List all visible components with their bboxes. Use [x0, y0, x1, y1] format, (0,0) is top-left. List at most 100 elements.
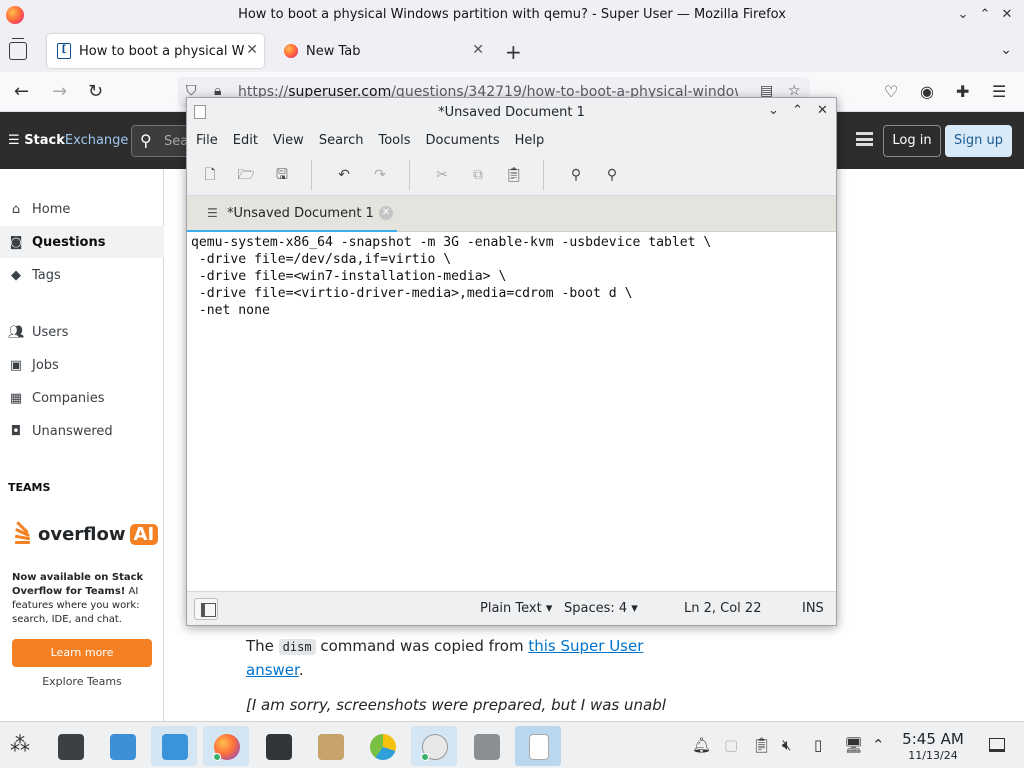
close-window-button[interactable]: ✕: [996, 4, 1018, 26]
menu-tools[interactable]: Tools: [378, 133, 410, 148]
explore-teams-link[interactable]: Explore Teams: [12, 675, 152, 688]
forward-button[interactable]: →: [52, 81, 67, 102]
text-line: qemu-system-x86_64 -snapshot -m 3G -enab…: [191, 235, 712, 250]
building-icon: ▦: [9, 390, 23, 406]
clipboard-icon[interactable]: 📋︎: [752, 736, 771, 754]
document-tabs: ☰ *Unsaved Document 1 ✕: [187, 196, 836, 232]
terminal-launcher[interactable]: [255, 726, 301, 766]
extensions-icon[interactable]: ✚: [956, 82, 969, 101]
tab-unsaved-document-1[interactable]: ☰ *Unsaved Document 1 ✕: [187, 196, 397, 232]
firefox-titlebar: How to boot a physical Windows partition…: [0, 0, 1024, 30]
tab-new-tab[interactable]: New Tab ✕: [272, 34, 490, 68]
disks-launcher[interactable]: [463, 726, 509, 766]
menu-edit[interactable]: Edit: [233, 133, 258, 148]
system-settings-launcher[interactable]: [47, 726, 93, 766]
menu-view[interactable]: View: [273, 133, 304, 148]
hard-disk-icon: [474, 734, 500, 760]
stackexchange-favicon-icon: [: [57, 43, 71, 59]
text-editor-window: *Unsaved Document 1 ⌄ ⌃ ✕ File Edit View…: [186, 97, 837, 626]
sidebar-item-companies[interactable]: ▦ Companies: [0, 382, 164, 414]
firefox-view-icon[interactable]: [9, 38, 27, 60]
language-selector[interactable]: Plain Text ▾: [480, 601, 552, 616]
text-line: -drive file=<virtio-driver-media>,media=…: [191, 286, 633, 301]
open-document-icon[interactable]: 🗁︎: [237, 166, 255, 184]
save-document-icon[interactable]: 🖫︎: [273, 166, 291, 184]
tab-superuser[interactable]: [ How to boot a physical Windows partiti…: [47, 34, 264, 68]
list-all-tabs-icon[interactable]: ⌄: [1000, 42, 1012, 58]
status-bar: Plain Text ▾ Spaces: 4 ▾ Ln 2, Col 22 IN…: [187, 591, 836, 625]
left-sidebar: ⌂ Home ◙ Questions ◆ Tags 👥︎ Users ▣ Jobs ▦ Co…: [0, 169, 164, 721]
sidebar-item-tags[interactable]: ◆ Tags: [0, 259, 164, 291]
pocket-icon[interactable]: ♡: [884, 82, 898, 101]
clock-time[interactable]: 5:45 AM: [900, 730, 966, 748]
sidebar-item-users[interactable]: 👥︎ Users: [0, 316, 164, 348]
search-input[interactable]: ⚲ Search…: [131, 125, 222, 157]
menu-help[interactable]: Help: [515, 133, 545, 148]
virt-manager-launcher[interactable]: [411, 726, 457, 766]
network-icon[interactable]: 🖥︎: [844, 736, 863, 754]
editor-maximize-button[interactable]: ⌃: [792, 103, 803, 118]
redo-icon[interactable]: ↷: [371, 166, 389, 184]
close-tab-icon[interactable]: ✕: [472, 42, 484, 58]
editor-titlebar: *Unsaved Document 1 ⌄ ⌃ ✕: [187, 98, 836, 127]
maximize-button[interactable]: ⌃: [974, 4, 996, 26]
menu-search[interactable]: Search: [319, 133, 364, 148]
clock-date[interactable]: 11/13/24: [900, 749, 966, 762]
tab-width-selector[interactable]: Spaces: 4 ▾: [564, 601, 638, 616]
archive-manager-launcher[interactable]: [307, 726, 353, 766]
tab-label: How to boot a physical Windows partition…: [79, 43, 244, 59]
application-launcher-icon[interactable]: ⁂: [10, 732, 30, 756]
menu-file[interactable]: File: [196, 133, 218, 148]
stackexchange-logo[interactable]: ☰ StackExchange: [8, 133, 128, 148]
editor-minimize-button[interactable]: ⌄: [768, 103, 779, 118]
tag-icon: ◆: [11, 267, 21, 283]
learn-more-button[interactable]: Learn more: [12, 639, 152, 667]
sign-up-button[interactable]: Sign up: [945, 125, 1012, 157]
answer-note-paragraph: [I am sorry, screenshots were prepared, …: [246, 696, 666, 714]
paste-icon[interactable]: 📋︎: [505, 166, 523, 184]
teams-heading: TEAMS: [8, 481, 51, 494]
sidebar-item-unanswered[interactable]: ◘ Unanswered: [0, 415, 164, 447]
back-button[interactable]: ←: [14, 81, 29, 102]
discover-store-launcher[interactable]: [99, 726, 145, 766]
find-icon[interactable]: ⚲: [567, 166, 585, 184]
text-line: -drive file=/dev/sda,if=virtio \: [191, 252, 452, 267]
insert-mode[interactable]: INS: [802, 601, 824, 616]
menu-icon[interactable]: ☰: [992, 82, 1006, 101]
site-switcher-icon[interactable]: [856, 132, 873, 146]
sidebar-item-jobs[interactable]: ▣ Jobs: [0, 349, 164, 381]
notifications-icon[interactable]: 🔔︎: [692, 736, 711, 754]
toolbar-separator: [409, 160, 410, 190]
volume-muted-icon[interactable]: 🔇︎: [782, 736, 791, 754]
sidebar-item-home[interactable]: ⌂ Home: [0, 193, 164, 225]
new-document-icon[interactable]: 🗋︎: [201, 166, 219, 184]
toolbar-separator: [543, 160, 544, 190]
show-desktop-icon[interactable]: [989, 738, 1005, 752]
menu-documents[interactable]: Documents: [426, 133, 500, 148]
minimize-button[interactable]: ⌄: [952, 4, 974, 26]
undo-icon[interactable]: ↶: [335, 166, 353, 184]
file-manager-launcher[interactable]: [151, 726, 197, 766]
clipboard-inactive-icon[interactable]: ▢: [724, 736, 738, 754]
show-hidden-icons-icon[interactable]: ⌃: [872, 736, 885, 754]
account-icon[interactable]: ◉: [920, 82, 934, 101]
firefox-launcher[interactable]: [203, 726, 249, 766]
pie-chart-icon: [370, 734, 396, 760]
disk-usage-launcher[interactable]: [359, 726, 405, 766]
toggle-sidebar-button[interactable]: [194, 598, 218, 620]
log-in-button[interactable]: Log in: [883, 125, 941, 157]
tab-strip: [ How to boot a physical Windows partiti…: [0, 30, 1024, 72]
reload-button[interactable]: ↻: [88, 81, 103, 102]
find-replace-icon[interactable]: ⚲: [603, 166, 621, 184]
sidebar-item-questions[interactable]: ◙ Questions: [0, 226, 164, 258]
close-tab-icon[interactable]: ✕: [246, 42, 258, 58]
close-document-icon[interactable]: ✕: [379, 206, 393, 220]
text-editing-area[interactable]: qemu-system-x86_64 -snapshot -m 3G -enab…: [187, 232, 836, 591]
copy-icon[interactable]: ⧉: [469, 166, 487, 184]
cut-icon[interactable]: ✂: [433, 166, 451, 184]
editor-close-button[interactable]: ✕: [817, 103, 828, 118]
teams-description: Now available on Stack Overflow for Team…: [12, 572, 144, 625]
battery-icon[interactable]: ▯: [814, 736, 822, 754]
text-editor-launcher[interactable]: [515, 726, 561, 766]
new-tab-button[interactable]: +: [505, 40, 522, 64]
